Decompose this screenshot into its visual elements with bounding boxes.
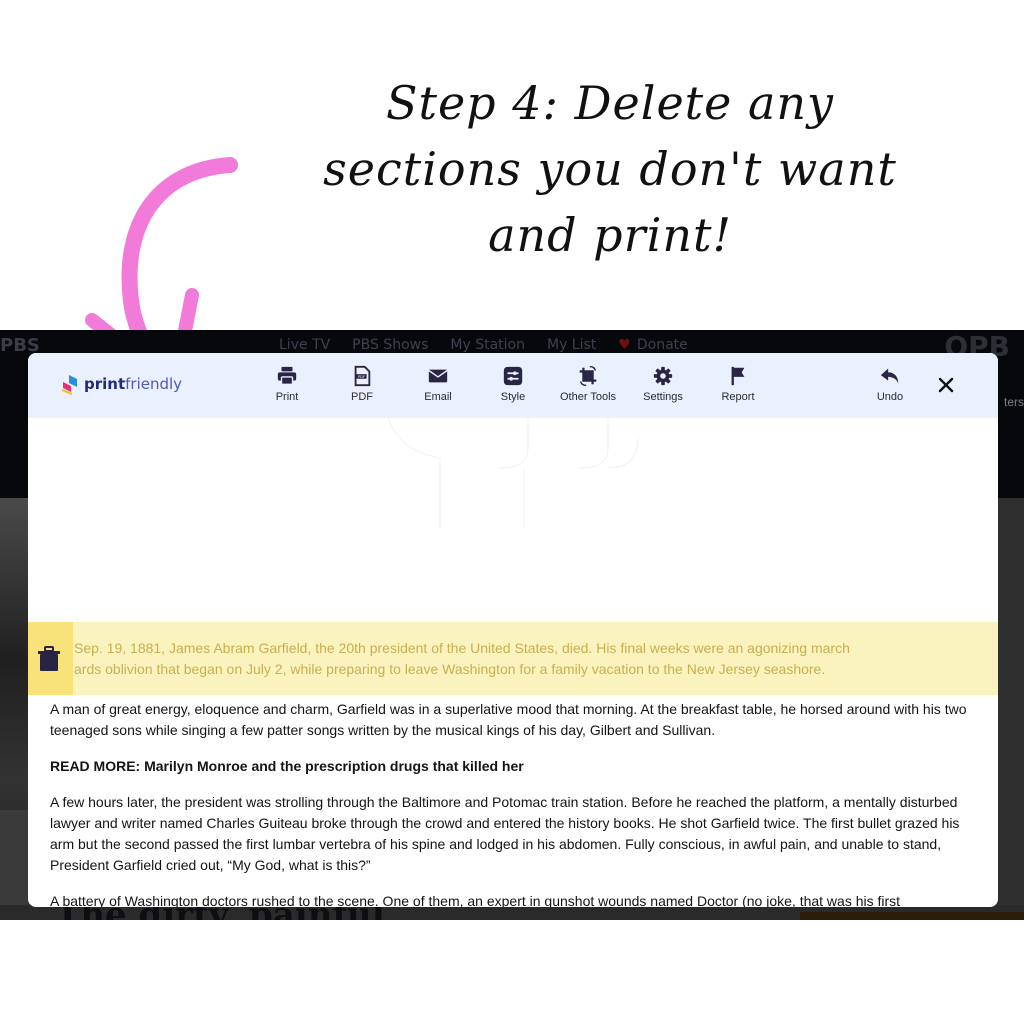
article-paragraph[interactable]: A battery of Washington doctors rushed t… bbox=[50, 891, 980, 907]
undo-label: Undo bbox=[876, 391, 904, 403]
printfriendly-modal: printfriendly Print PDF PDF Email Style … bbox=[28, 353, 998, 907]
brand-bold: print bbox=[84, 375, 126, 393]
other-tools-button[interactable]: Other Tools bbox=[553, 365, 623, 403]
highlighted-paragraph[interactable]: Sep. 19, 1881, James Abram Garfield, the… bbox=[28, 622, 998, 695]
nav-my-list: My List bbox=[546, 337, 597, 353]
svg-text:PDF: PDF bbox=[358, 375, 365, 379]
printfriendly-toolbar: printfriendly Print PDF PDF Email Style … bbox=[28, 353, 998, 418]
undo-button[interactable]: Undo bbox=[855, 365, 925, 403]
nav-pbs-shows: PBS Shows bbox=[352, 337, 429, 353]
report-button[interactable]: Report bbox=[703, 365, 773, 403]
heading-line: Step 4: Delete any bbox=[385, 76, 835, 130]
flag-icon bbox=[731, 366, 745, 386]
envelope-icon bbox=[428, 369, 448, 383]
heart-icon: ♥ bbox=[618, 337, 631, 353]
close-icon[interactable] bbox=[934, 373, 958, 397]
gear-icon bbox=[653, 366, 673, 386]
report-label: Report bbox=[721, 391, 755, 403]
highlighted-text: Sep. 19, 1881, James Abram Garfield, the… bbox=[74, 638, 850, 680]
email-button[interactable]: Email bbox=[403, 365, 473, 403]
printer-icon bbox=[277, 366, 297, 385]
email-label: Email bbox=[424, 391, 452, 403]
heading-line: and print! bbox=[488, 208, 732, 262]
brand-light: friendly bbox=[125, 375, 183, 393]
sliders-icon bbox=[503, 366, 523, 386]
delete-section-button[interactable] bbox=[28, 622, 73, 695]
read-more-link[interactable]: READ MORE: Marilyn Monroe and the prescr… bbox=[50, 756, 980, 777]
background-nav: Live TV PBS Shows My Station My List ♥ Do… bbox=[279, 337, 688, 353]
printfriendly-logo[interactable]: printfriendly bbox=[60, 373, 182, 395]
printfriendly-preview: Sep. 19, 1881, James Abram Garfield, the… bbox=[28, 418, 998, 907]
nav-donate: ♥ Donate bbox=[618, 337, 687, 353]
background-side-text: ters bbox=[1003, 395, 1024, 409]
settings-button[interactable]: Settings bbox=[628, 365, 698, 403]
print-button[interactable]: Print bbox=[252, 365, 322, 403]
nav-donate-label: Donate bbox=[636, 337, 688, 353]
style-button[interactable]: Style bbox=[478, 365, 548, 403]
pdf-file-icon: PDF bbox=[354, 365, 371, 387]
print-label: Print bbox=[275, 391, 299, 403]
settings-label: Settings bbox=[643, 391, 683, 403]
background-bottom-accent bbox=[800, 912, 1024, 920]
heading-line: sections you don't want bbox=[323, 142, 897, 196]
undo-arrow-icon bbox=[880, 368, 899, 384]
step-heading: Step 4: Delete any sections you don't wa… bbox=[300, 70, 920, 268]
article-paragraph[interactable]: A few hours later, the president was str… bbox=[50, 792, 980, 876]
article-paragraph[interactable]: A man of great energy, eloquence and cha… bbox=[50, 699, 980, 741]
background-photo-lower bbox=[0, 810, 28, 905]
pdf-button[interactable]: PDF PDF bbox=[327, 365, 397, 403]
highlighted-line: Sep. 19, 1881, James Abram Garfield, the… bbox=[74, 640, 850, 656]
style-label: Style bbox=[500, 391, 526, 403]
highlighted-line: ards oblivion that began on July 2, whil… bbox=[74, 661, 826, 677]
printfriendly-logo-icon bbox=[62, 375, 77, 395]
faint-image-placeholder bbox=[387, 418, 639, 528]
other-tools-label: Other Tools bbox=[559, 391, 617, 403]
crop-rotate-icon bbox=[579, 366, 597, 386]
nav-my-station: My Station bbox=[450, 337, 525, 353]
printfriendly-wordmark: printfriendly bbox=[84, 375, 182, 393]
trash-icon bbox=[38, 646, 60, 671]
article-body: A man of great energy, eloquence and cha… bbox=[50, 699, 980, 907]
pdf-label: PDF bbox=[351, 391, 373, 403]
nav-live-tv: Live TV bbox=[279, 337, 331, 353]
